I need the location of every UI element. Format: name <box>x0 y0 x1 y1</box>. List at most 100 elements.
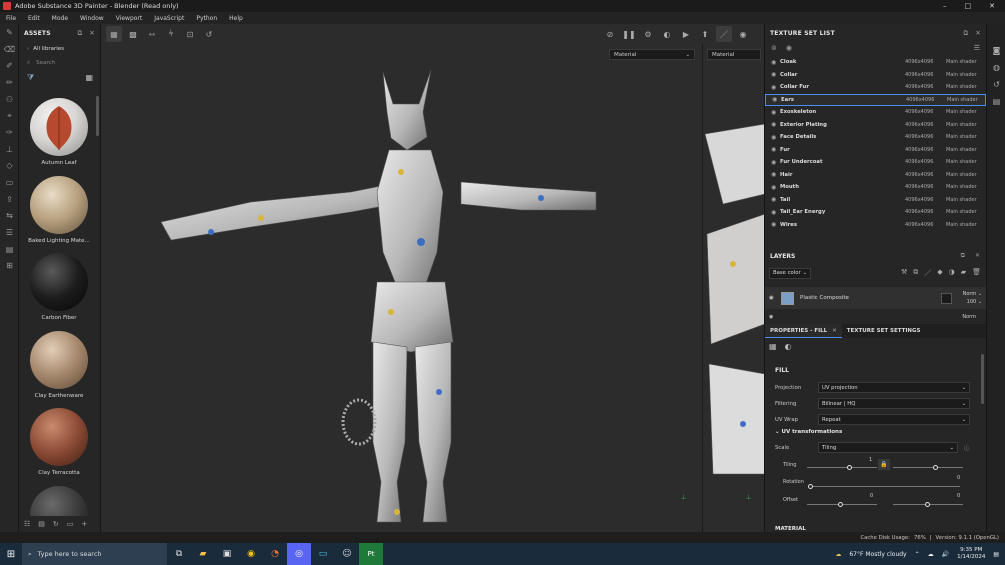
library-icon[interactable]: ⊞ <box>0 258 19 275</box>
add-paint-layer-icon[interactable]: ／ <box>924 268 931 278</box>
uv-view[interactable] <box>703 124 764 524</box>
info-icon[interactable]: ⓘ <box>964 444 969 452</box>
fill-properties-icon[interactable]: ▦ <box>769 342 777 351</box>
add-effect-icon[interactable]: ⧉ <box>913 268 918 278</box>
texture-set-row[interactable]: ◉ Tail 4096x4096 Main shader <box>765 194 986 207</box>
close-window-button[interactable]: ✕ <box>989 2 995 10</box>
add-mask-icon[interactable]: ◑ <box>949 268 955 278</box>
texture-set-row[interactable]: ◉ Exoskeleton 4096x4096 Main shader <box>765 106 986 119</box>
offset-x-slider-knob[interactable] <box>838 502 843 507</box>
menu-edit[interactable]: Edit <box>22 15 46 22</box>
bake-icon[interactable]: ⇆ <box>0 208 19 225</box>
camera-icon[interactable]: ▶ <box>678 26 694 42</box>
paint-mode-icon[interactable]: ⬆ <box>697 26 713 42</box>
discord-icon[interactable]: ◎ <box>287 543 311 565</box>
texture-set-row[interactable]: ◉ Hair 4096x4096 Main shader <box>765 169 986 182</box>
filtering-select[interactable]: Bilinear | HQ ⌄ <box>818 398 970 409</box>
shader-settings-icon[interactable]: ◍ <box>987 59 1005 76</box>
texture-set-row-selected[interactable]: ◉ Ears 4096x4096 Main shader <box>765 93 986 106</box>
texture-set-row[interactable]: ◉ Collar Fur 4096x4096 Main shader <box>765 81 986 94</box>
menu-mode[interactable]: Mode <box>46 15 74 22</box>
eye-icon[interactable]: ◉ <box>772 96 781 103</box>
layer-item[interactable]: ◉ Plastic Composite Norm ⌄ 100 ⌄ <box>765 287 986 309</box>
asset-item[interactable]: Baked Lighting Mate... <box>19 173 99 251</box>
asset-search[interactable]: ⌕ Search <box>19 56 100 70</box>
store-icon[interactable]: ▣ <box>215 543 239 565</box>
texture-set-row[interactable]: ◉ Wires 4096x4096 Main shader <box>765 219 986 232</box>
smudge-icon[interactable]: ⚇ <box>0 91 19 108</box>
delete-icon[interactable]: 🗑 <box>972 268 981 278</box>
close-tab-icon[interactable]: ✕ <box>832 328 837 334</box>
asset-item[interactable]: Carbon Fiber <box>19 250 99 328</box>
substance-painter-icon[interactable]: Pt <box>359 543 383 565</box>
asset-item[interactable]: Autumn Leaf <box>19 95 99 173</box>
texture-set-row[interactable]: ◉ Tail_Ear Energy 4096x4096 Main shader <box>765 206 986 219</box>
library-selector[interactable]: › All libraries <box>19 42 100 56</box>
library-settings-icon[interactable]: ☷ <box>24 520 30 528</box>
eye-icon[interactable]: ◉ <box>771 109 780 116</box>
log-icon[interactable]: ▤ <box>987 93 1005 110</box>
viewport[interactable]: ▦ ▩ ⇿ ⫩ ⊡ ↺ ⊘ ❚❚ ⚙ ◐ ▶ ⬆ ／ ◉ Material ⌄ … <box>101 24 764 532</box>
menu-icon[interactable]: ☰ <box>974 44 980 52</box>
camera-settings-icon[interactable]: ⚙ <box>640 26 656 42</box>
stamp-icon[interactable]: ⊥ <box>0 141 19 158</box>
texture-set-row[interactable]: ◉ Cloak 4096x4096 Main shader <box>765 56 986 69</box>
texture-set-row[interactable]: ◉ Fur Undercoat 4096x4096 Main shader <box>765 156 986 169</box>
display-settings-icon[interactable]: ◙ <box>987 42 1005 59</box>
terminal-icon[interactable]: ▭ <box>311 543 335 565</box>
menu-viewport[interactable]: Viewport <box>110 15 149 22</box>
asset-item[interactable]: Clay Earthenware <box>19 328 99 406</box>
float-panel-icon[interactable]: ⧉ <box>964 29 969 38</box>
viewport-mode-select-2d[interactable]: Material <box>707 49 761 60</box>
notification-icon[interactable]: ▤ <box>993 551 999 558</box>
texture-set-row[interactable]: ◉ Fur 4096x4096 Main shader <box>765 144 986 157</box>
eye-icon[interactable]: ◉ <box>771 71 780 78</box>
texture-set-row[interactable]: ◉ Collar 4096x4096 Main shader <box>765 69 986 82</box>
taskbar-search[interactable]: ⌕ Type here to search <box>22 543 167 565</box>
display-icon[interactable]: ◐ <box>659 26 675 42</box>
visibility-icon[interactable]: ◉ <box>786 44 792 52</box>
grid-view-icon[interactable]: ▦ <box>85 73 93 82</box>
eye-icon[interactable]: ◉ <box>771 146 780 153</box>
window-icon[interactable]: ▭ <box>67 520 74 528</box>
float-panel-icon[interactable]: ⧉ <box>78 29 83 38</box>
task-view-icon[interactable]: ⧉ <box>167 543 191 565</box>
eraser-icon[interactable]: ⌫ <box>0 41 19 58</box>
layers-icon[interactable]: ☰ <box>0 224 19 241</box>
close-panel-icon[interactable]: ✕ <box>975 29 981 38</box>
add-folder-icon[interactable]: ▰ <box>961 268 966 278</box>
eye-icon[interactable]: ◉ <box>771 184 780 191</box>
minimize-button[interactable]: – <box>943 2 947 10</box>
tiling-slider[interactable] <box>807 467 877 468</box>
properties-scrollbar[interactable] <box>981 354 984 404</box>
network-icon[interactable]: ☁ <box>928 551 934 558</box>
projection-select[interactable]: UV projection ⌄ <box>818 382 970 393</box>
grid-1-icon[interactable]: ▦ <box>106 26 122 42</box>
menu-help[interactable]: Help <box>223 15 249 22</box>
tab-properties-fill[interactable]: PROPERTIES - FILL ✕ <box>765 324 842 338</box>
uvwrap-select[interactable]: Repeat ⌄ <box>818 414 970 425</box>
rotation-slider[interactable] <box>810 486 960 487</box>
paint-brush-icon[interactable]: ✎ <box>0 24 19 41</box>
layer-blend-2[interactable]: Norm <box>962 314 976 320</box>
volume-icon[interactable]: 🔊 <box>942 551 949 558</box>
3d-model[interactable] <box>101 42 701 532</box>
menu-python[interactable]: Python <box>190 15 223 22</box>
clock[interactable]: 9:35 PM 1/14/2024 <box>957 547 985 562</box>
texture-set-row[interactable]: ◉ Exterior Plating 4096x4096 Main shader <box>765 119 986 132</box>
layer-mask-thumbnail[interactable] <box>941 292 952 304</box>
file-explorer-icon[interactable]: ▰ <box>191 543 215 565</box>
maximize-button[interactable]: □ <box>965 2 972 10</box>
eye-icon[interactable]: ◉ <box>771 84 780 91</box>
eye-icon[interactable]: ◉ <box>771 196 780 203</box>
firefox-icon[interactable]: ◔ <box>263 543 287 565</box>
texture-set-row[interactable]: ◉ Mouth 4096x4096 Main shader <box>765 181 986 194</box>
hide-icon[interactable]: ⊘ <box>602 26 618 42</box>
chrome-icon[interactable]: ◉ <box>239 543 263 565</box>
history-icon[interactable]: ↺ <box>987 76 1005 93</box>
grid-2-icon[interactable]: ▩ <box>125 26 141 42</box>
stack-icon[interactable]: ▤ <box>38 520 45 528</box>
brush-mode-icon[interactable]: ／ <box>716 26 732 42</box>
geometry-mask-icon[interactable]: ✏ <box>0 74 19 91</box>
selection-icon[interactable]: ▭ <box>0 174 19 191</box>
